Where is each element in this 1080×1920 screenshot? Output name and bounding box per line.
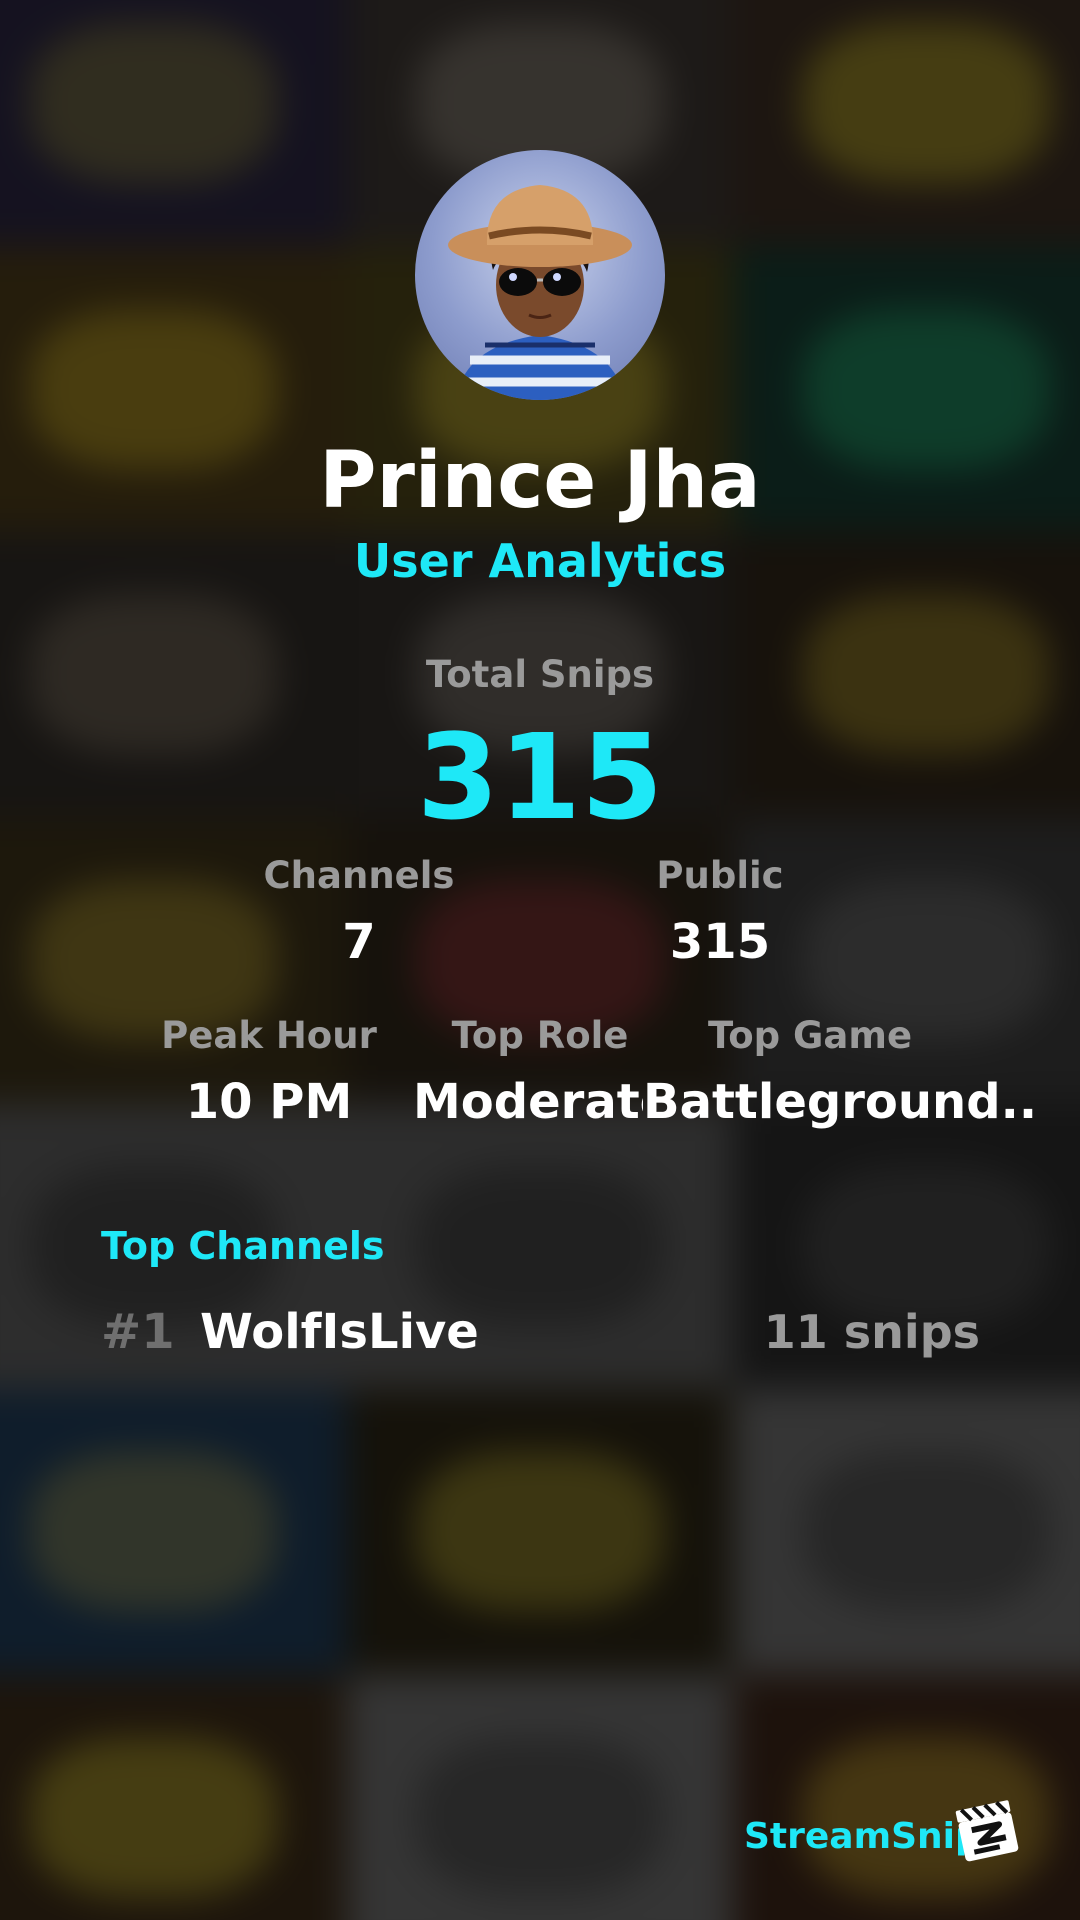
page-subtitle: User Analytics xyxy=(353,534,727,588)
top-channels-title: Top Channels xyxy=(101,1224,385,1268)
user-avatar-photo xyxy=(448,185,632,400)
total-snips-value: 315 xyxy=(416,708,664,846)
avatar xyxy=(415,150,665,400)
channels-value: 7 xyxy=(342,914,376,970)
user-name: Prince Jha xyxy=(319,436,761,526)
total-snips-label: Total Snips xyxy=(425,653,655,696)
channel-rank: #1 xyxy=(101,1304,175,1360)
public-value: 315 xyxy=(669,914,771,970)
top-role-value: Moderato xyxy=(413,1074,643,1130)
top-game-value: Battleground.. xyxy=(643,1074,1038,1130)
top-role-label: Top Role xyxy=(451,1014,629,1057)
channels-label: Channels xyxy=(263,854,455,897)
channel-snip-count: 11 snips xyxy=(763,1305,980,1359)
clapperboard-logo-icon xyxy=(950,1793,1024,1867)
analytics-card: Prince Jha User Analytics Total Snips 31… xyxy=(0,0,1080,1920)
top-game-label: Top Game xyxy=(707,1014,913,1057)
peak-hour-value: 10 PM xyxy=(185,1074,353,1130)
brand-name: StreamSnip xyxy=(744,1816,981,1857)
peak-hour-label: Peak Hour xyxy=(161,1014,377,1057)
channel-name: WolfIsLive xyxy=(200,1304,479,1360)
public-label: Public xyxy=(656,854,784,897)
